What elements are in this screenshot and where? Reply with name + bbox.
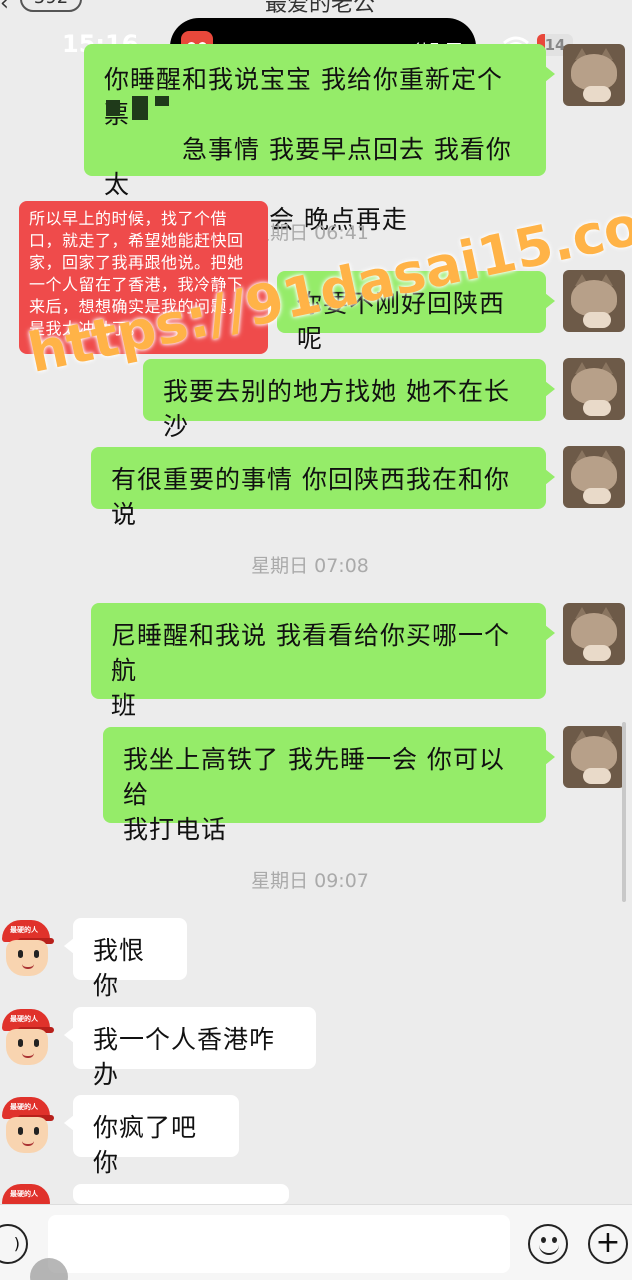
sent-message[interactable]: 你睡醒和我说宝宝 我给你重新定个票 急事情 我要早点回去 我看你太 累了 你多睡… bbox=[84, 44, 555, 234]
contact-avatar[interactable]: 最硬的人 bbox=[0, 1093, 54, 1155]
chat-title: 最爱的老公 bbox=[264, 0, 375, 17]
received-message[interactable]: 你疯了吧你 bbox=[64, 1095, 239, 1177]
contact-avatar[interactable]: 最硬的人 bbox=[0, 1005, 54, 1067]
message-line: 尼睡醒和我说 我看看给你买哪一个航 bbox=[111, 621, 510, 685]
own-avatar[interactable] bbox=[563, 446, 625, 508]
own-avatar[interactable] bbox=[563, 358, 625, 420]
timestamp: 星期日 07:08 bbox=[251, 555, 369, 577]
avatar-cap-text: 最硬的人 bbox=[10, 926, 38, 934]
timestamp: 星期日 09:07 bbox=[251, 870, 369, 892]
message-input[interactable] bbox=[48, 1215, 510, 1273]
plus-icon[interactable]: + bbox=[588, 1224, 628, 1264]
message-line: 我恨你 bbox=[93, 936, 146, 1000]
own-avatar[interactable] bbox=[563, 270, 625, 332]
received-message[interactable]: 我一个人香港咋办 bbox=[64, 1007, 316, 1089]
message-line: 班 bbox=[111, 691, 138, 720]
censor-mark bbox=[155, 96, 169, 106]
message-line: 我要去别的地方找她 她不在长沙 bbox=[163, 377, 510, 441]
sent-message[interactable]: 尼睡醒和我说 我看看给你买哪一个航 班 bbox=[91, 603, 555, 720]
own-avatar[interactable] bbox=[563, 603, 625, 665]
scrollbar[interactable] bbox=[622, 722, 626, 902]
message-line: 有很重要的事情 你回陕西我在和你说 bbox=[111, 465, 510, 529]
message-line: 急事情 我要早点回去 我看你太 bbox=[104, 135, 512, 199]
emoji-icon[interactable] bbox=[528, 1224, 568, 1264]
received-message[interactable]: 我恨你 bbox=[64, 918, 187, 1000]
sent-message[interactable]: 有很重要的事情 你回陕西我在和你说 bbox=[91, 447, 555, 529]
received-message[interactable] bbox=[64, 1184, 289, 1220]
unread-count-badge: 592 bbox=[20, 0, 82, 12]
message-line: 我一个人香港咋办 bbox=[93, 1025, 276, 1089]
message-line: 我坐上高铁了 我先睡一会 你可以给 bbox=[123, 745, 505, 809]
message-line: 我打电话 bbox=[123, 815, 228, 844]
avatar-cap-text: 最硬的人 bbox=[10, 1190, 38, 1198]
censor-mark bbox=[132, 96, 148, 120]
contact-avatar[interactable]: 最硬的人 bbox=[0, 1180, 54, 1204]
censor-mark bbox=[106, 100, 120, 116]
message-line: 你疯了吧你 bbox=[93, 1113, 198, 1177]
avatar-cap-text: 最硬的人 bbox=[10, 1103, 38, 1111]
sent-message[interactable]: 我坐上高铁了 我先睡一会 你可以给 我打电话 bbox=[103, 727, 555, 844]
back-icon[interactable]: ‹ bbox=[0, 0, 22, 15]
contact-avatar[interactable]: 最硬的人 bbox=[0, 916, 54, 978]
sent-message[interactable]: 我要去别的地方找她 她不在长沙 bbox=[143, 359, 555, 441]
own-avatar[interactable] bbox=[563, 726, 625, 788]
own-avatar[interactable] bbox=[563, 44, 625, 106]
avatar-cap-text: 最硬的人 bbox=[10, 1015, 38, 1023]
